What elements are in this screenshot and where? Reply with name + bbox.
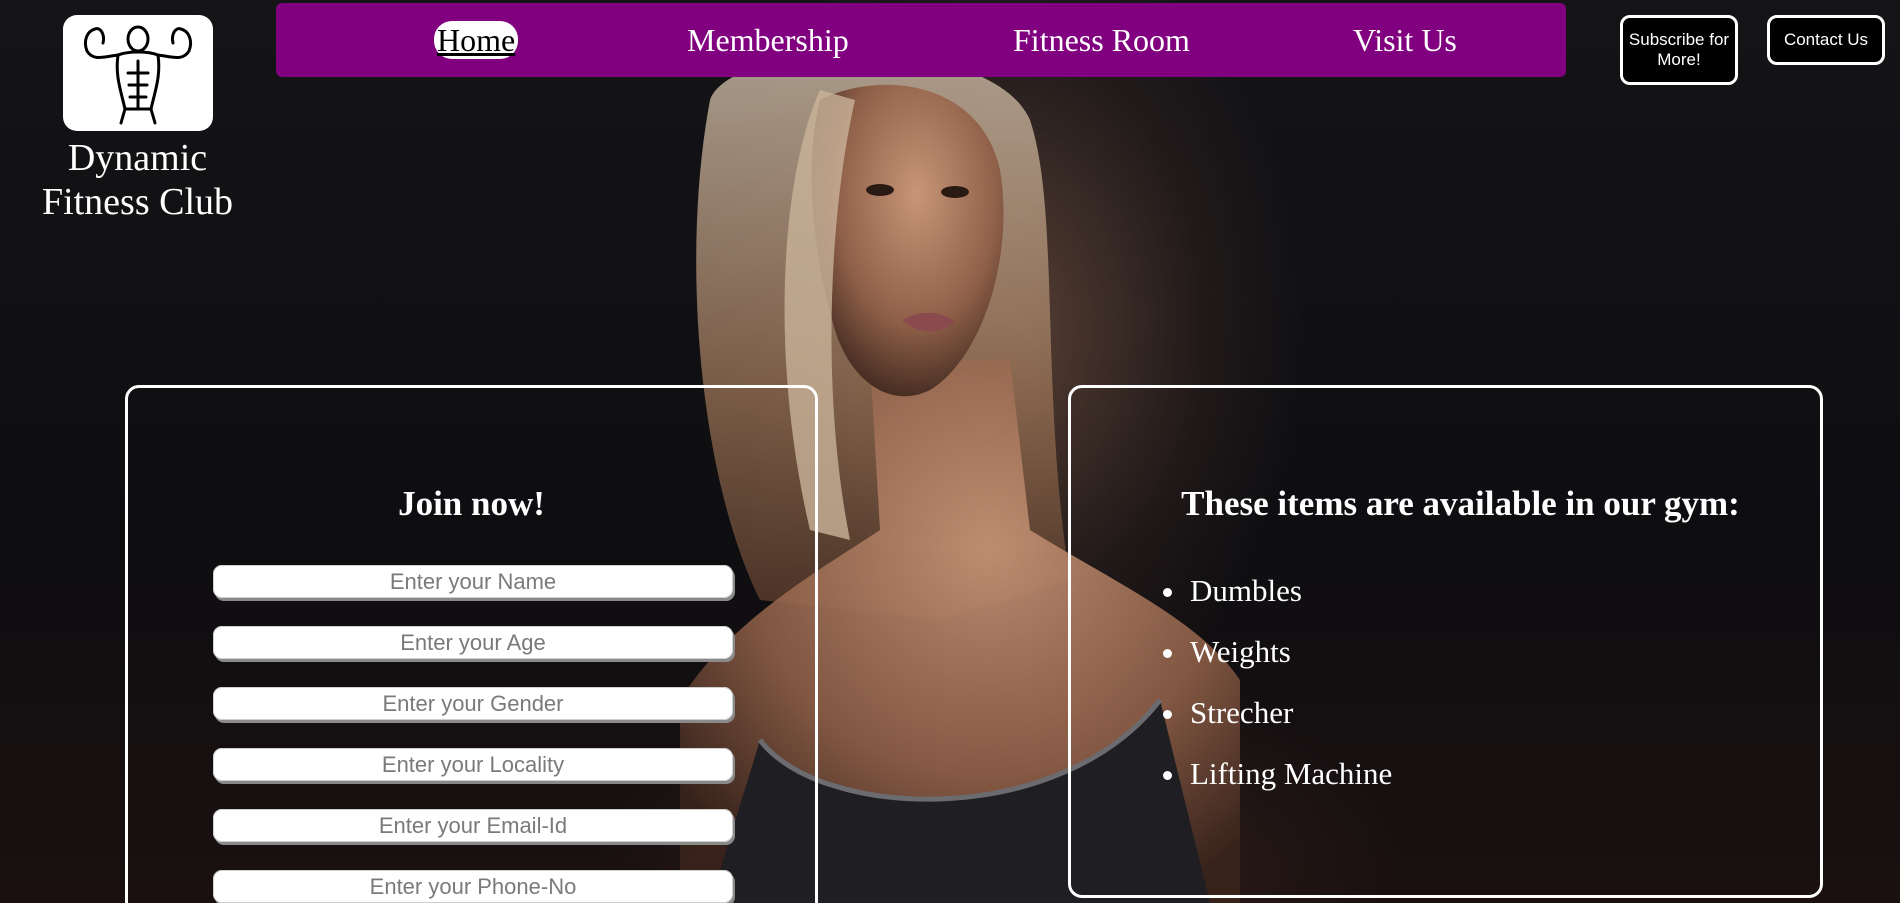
logo[interactable]: [63, 15, 213, 131]
page: Dynamic Fitness Club Home Membership Fit…: [0, 0, 1900, 903]
phone-field[interactable]: [213, 870, 733, 903]
locality-field[interactable]: [213, 748, 733, 781]
main-nav: Home Membership Fitness Room Visit Us: [276, 3, 1566, 77]
join-form-card: Join now!: [125, 385, 818, 903]
list-item: Strecher: [1188, 682, 1392, 743]
age-field[interactable]: [213, 626, 733, 659]
gender-field[interactable]: [213, 687, 733, 720]
brand-name: Dynamic Fitness Club: [41, 137, 234, 223]
nav-item-home[interactable]: Home: [434, 21, 519, 59]
list-item: Lifting Machine: [1188, 743, 1392, 804]
gym-items-list: Dumbles Weights Strecher Lifting Machine: [1146, 560, 1392, 804]
join-form-title: Join now!: [398, 484, 545, 523]
gym-items-card: These items are available in our gym: Du…: [1068, 385, 1823, 898]
list-item: Dumbles: [1188, 560, 1392, 621]
nav-item-visit-us[interactable]: Visit Us: [1353, 21, 1457, 59]
nav-item-fitness-room[interactable]: Fitness Room: [1013, 21, 1190, 59]
subscribe-button[interactable]: Subscribe for More!: [1620, 15, 1738, 85]
email-field[interactable]: [213, 809, 733, 842]
list-item: Weights: [1188, 621, 1392, 682]
contact-us-button[interactable]: Contact Us: [1767, 15, 1885, 65]
nav-item-membership[interactable]: Membership: [687, 21, 849, 59]
name-field[interactable]: [213, 565, 733, 598]
bodybuilder-icon: [83, 25, 193, 125]
gym-items-title: These items are available in our gym:: [1181, 484, 1740, 523]
